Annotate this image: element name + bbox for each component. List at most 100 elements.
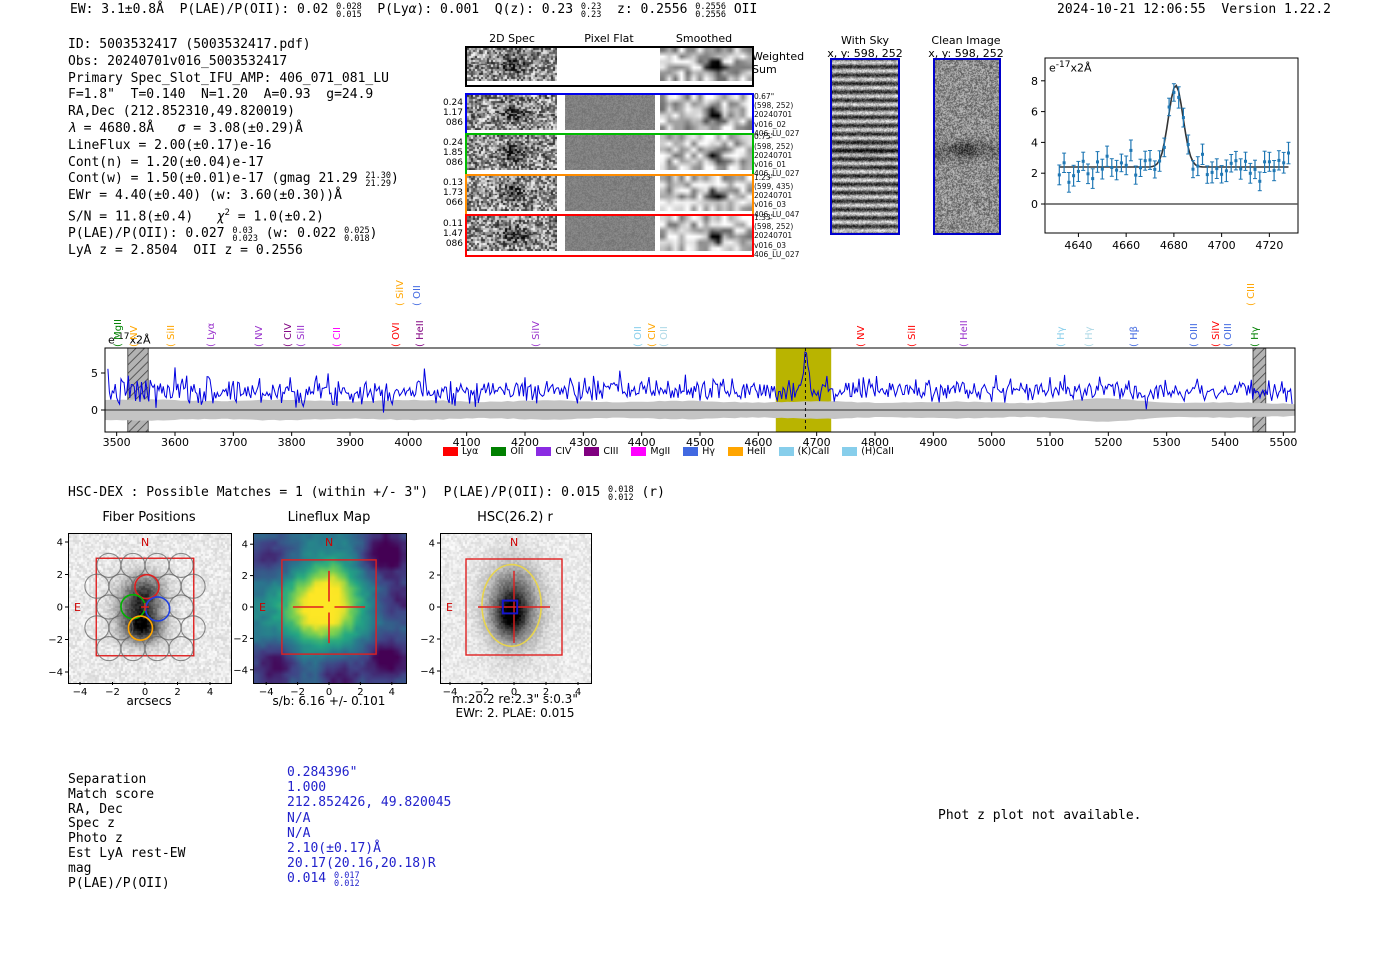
lineflux-map-image [253,533,407,684]
line-label-OIII: ( OIII [1189,323,1200,347]
line-label-Hγ: ( Hγ [1084,326,1095,347]
data-point [1115,160,1119,179]
data-point [1253,160,1257,178]
smoothed-cutout-row0 [660,48,752,81]
svg-text:2: 2 [429,571,435,582]
main-xtick-4700: 4700 [803,436,831,449]
svg-text:0: 0 [429,603,435,614]
data-point [1129,140,1133,161]
smoothed-cutout-row2 [660,135,752,170]
main-xtick-4600: 4600 [744,436,772,449]
data-point [1234,151,1238,170]
data-point [1139,159,1143,176]
line-label-CIV: ( CIV [283,323,294,347]
sup-sub-value: 0.0170.012 [334,872,360,888]
spec2d-row-0 [465,46,754,87]
spec2d-row-1 [465,93,754,136]
main-xtick-5500: 5500 [1269,436,1297,449]
smoothed-cutout-row4 [660,216,752,251]
match-row-label-5: Est LyA rest-EW [68,847,185,862]
inset-xtick-4720: 4720 [1255,239,1283,252]
match-row-label-2: RA, Dec [68,803,185,818]
sup-sub-value: 0.230.23 [581,3,601,19]
data-point [1162,138,1166,157]
data-point [1258,172,1262,191]
match-row-label-1: Match score [68,788,185,803]
info-line-6: λ = 4680.8Å σ = 3.08(±0.29)Å [68,121,399,138]
svg-text:0: 0 [242,603,248,614]
line-label-CIV: ( CIV [647,323,658,347]
spectrum-line [108,352,1292,413]
header-summary-line: EW: 3.1±0.8Å P(LAE)/P(OII): 0.02 0.0280.… [70,2,757,19]
data-point [1277,151,1281,170]
data-point [1124,156,1128,175]
line-label-SiII: ( SiII [166,325,177,347]
col-header-smoothed: Smoothed [658,32,750,45]
data-point [1244,152,1248,170]
data-point [1076,161,1080,181]
main-xtick-4000: 4000 [394,436,422,449]
svg-text:4: 4 [1031,136,1038,149]
hsc-xlabel2: EWr: 2. PLAE: 0.015 [425,706,605,720]
main-xtick-3800: 3800 [278,436,306,449]
svg-text:−4: −4 [420,667,435,678]
match-row-label-6: mag [68,862,185,877]
highlight-band [776,348,831,432]
main-xtick-4800: 4800 [861,436,889,449]
data-point [1263,151,1267,172]
spec2d-cutout-row3 [467,176,557,211]
main-xtick-3900: 3900 [336,436,364,449]
legend-item-CIV: CIV [536,446,571,457]
spec2d-row-3-weights: 0.131.73066 [441,178,463,208]
main-xtick-5400: 5400 [1211,436,1239,449]
data-point [1201,144,1205,164]
match-row-label-3: Spec z [68,817,185,832]
line-label-SiII: ( SiII [907,325,918,347]
data-point [1105,146,1109,166]
data-point [1158,151,1162,172]
match-table-values: 0.284396"1.000212.852426, 49.820045N/AN/… [287,765,451,888]
pixelflat-cutout-row2 [565,135,655,170]
main-plot-frame [105,348,1295,432]
match-row-label-4: Photo z [68,832,185,847]
spec2d-row-4 [465,214,754,257]
main-xtick-5200: 5200 [1094,436,1122,449]
legend-swatch [842,447,857,456]
main-xtick-3500: 3500 [103,436,131,449]
timestamp: 2024-10-21 12:06:55 [1057,2,1206,17]
match-row-value-3: N/A [287,811,451,826]
info-line-4: F=1.8" T=0.140 N=1.20 A=0.93 g=24.9 [68,87,399,104]
main-xtick-5000: 5000 [978,436,1006,449]
svg-text:0: 0 [57,603,63,614]
weighted-sum-label: WeightedSum [752,50,804,76]
data-point [1272,161,1276,181]
pixelflat-cutout-row1 [565,95,655,130]
masked-band [1253,348,1266,432]
svg-text:4: 4 [57,538,63,549]
photz-note: Phot z plot not available. [938,808,1142,825]
match-row-value-6: 20.17(20.16,20.18)R [287,856,451,871]
with-sky-title: With Skyx, y: 598, 252 [820,34,910,60]
with-sky-image [830,58,900,235]
sup-sub-value: 0.0250.018 [344,227,370,243]
line-label-SiIV: ( SiIV [395,280,406,306]
spec2d-cutout-row1 [467,95,557,130]
data-point [1186,135,1190,154]
data-point [1191,161,1195,178]
main-xtick-5300: 5300 [1153,436,1181,449]
data-point [1100,159,1104,179]
data-point [1062,153,1066,172]
clean-image [933,58,1001,235]
hscdex-summary: HSC-DEX : Possible Matches = 1 (within +… [68,485,665,502]
legend-swatch [728,447,743,456]
data-point [1081,152,1085,170]
line-label-SiIV: ( SiIV [1211,321,1222,347]
info-line-9: Cont(w) = 1.50(±0.01)e-17 (gmag 21.29 21… [68,171,399,188]
data-point [1110,159,1114,177]
data-point [1057,165,1061,185]
info-line-10: EWr = 4.40(±0.40) (w: 3.60(±0.30))Å [68,188,399,205]
info-line-1: ID: 5003532417 (5003532417.pdf) [68,37,399,54]
main-xtick-3700: 3700 [219,436,247,449]
svg-text:−4: −4 [48,668,63,679]
col-header-pixelflat: Pixel Flat [563,32,655,45]
